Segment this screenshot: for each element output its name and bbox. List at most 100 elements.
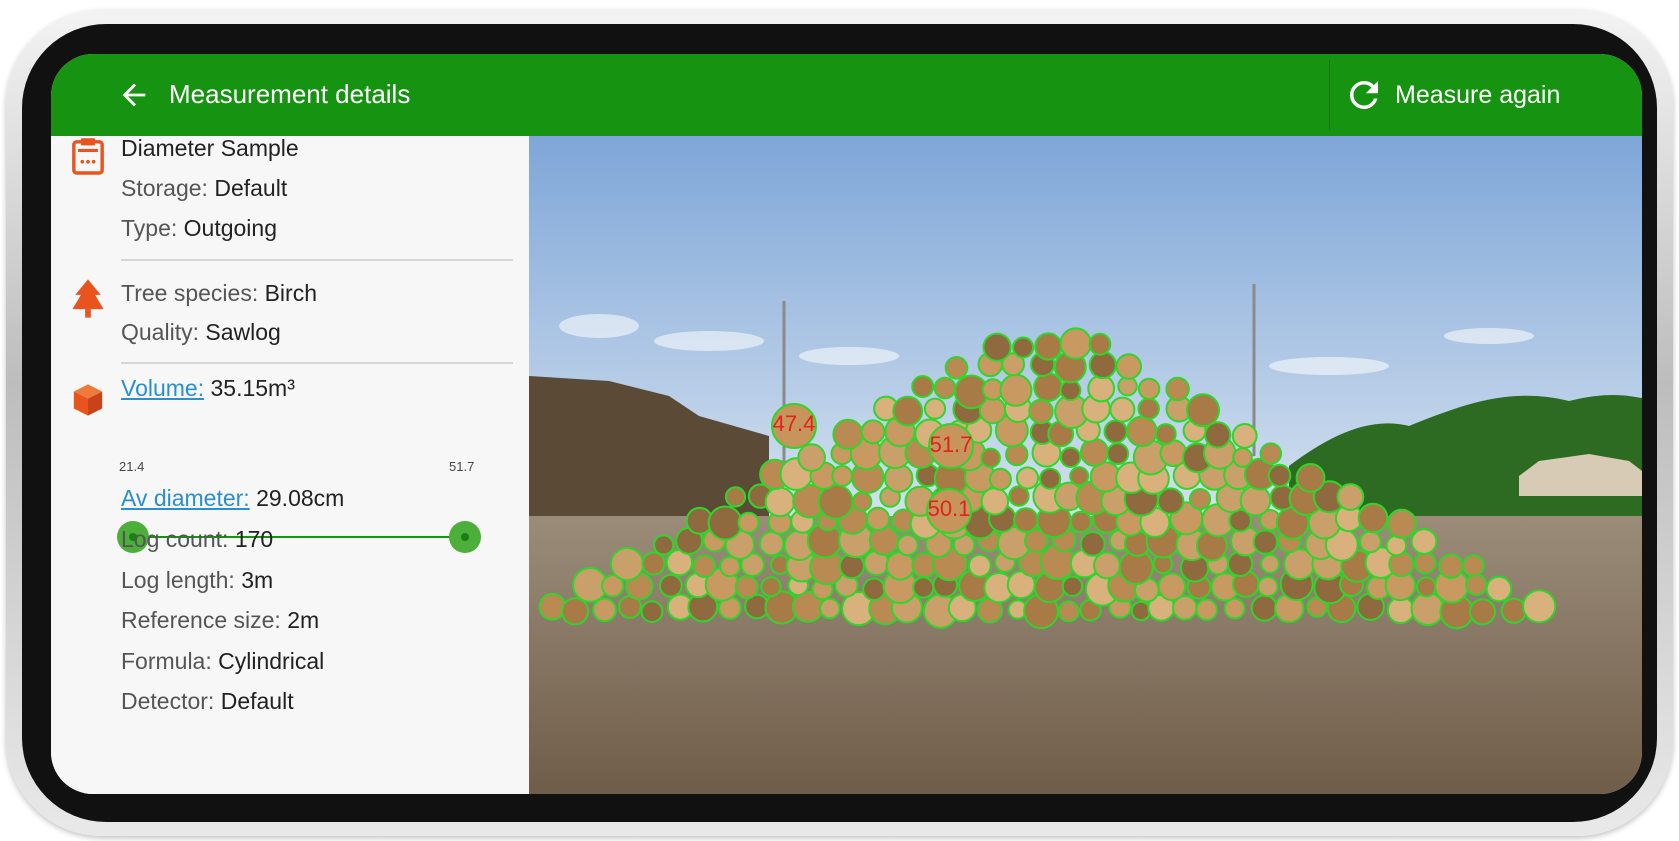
cube-icon (73, 384, 103, 416)
tree-species-row: Tree species: Birch (121, 280, 317, 306)
log-count-row: Log count: 170 (121, 526, 274, 552)
log-end (1358, 530, 1382, 554)
log-end (862, 577, 886, 602)
log-end (1295, 463, 1326, 493)
log-end (1130, 600, 1152, 622)
clipboard-icon (72, 138, 104, 175)
log-end (831, 465, 854, 487)
log-end (1059, 327, 1092, 360)
log-end (1522, 589, 1557, 624)
log-end (912, 576, 935, 599)
log-end (1188, 488, 1212, 511)
log-end (896, 534, 919, 557)
app-screen: Measurement details Measure again Diamet… (51, 54, 1642, 794)
log-end (758, 530, 785, 557)
log-end (692, 554, 717, 579)
divider (121, 362, 513, 364)
log-length-row: Log length: 3m (121, 567, 274, 593)
log-end (760, 576, 782, 598)
log-end (1015, 466, 1040, 490)
log-end (982, 332, 1012, 362)
sample-name: Diameter Sample (121, 135, 299, 161)
log-end (1195, 598, 1218, 622)
log-end (1469, 598, 1496, 626)
log-end (1260, 553, 1281, 574)
log-end (865, 506, 891, 531)
log-end (1232, 447, 1253, 468)
log-end (1069, 510, 1092, 534)
log-end (734, 575, 759, 600)
log-end (737, 511, 760, 534)
measure-again-label: Measure again (1395, 80, 1561, 109)
log-end (1057, 600, 1080, 623)
log-end (1252, 529, 1279, 555)
log-end (1137, 377, 1161, 401)
log-pile-image: 47.4 51.7 50.1 (529, 136, 1642, 794)
log-end (1500, 597, 1527, 624)
log-end (1093, 551, 1121, 580)
log-end (1231, 423, 1258, 449)
log-end (1154, 423, 1177, 445)
log-end (885, 551, 915, 581)
log-end (1038, 467, 1062, 490)
log-end (933, 376, 957, 400)
log-end (892, 395, 924, 427)
log-end (610, 547, 645, 582)
log-end (1012, 336, 1035, 359)
log-end (1410, 528, 1438, 555)
av-diameter-link[interactable]: Av diameter: (121, 485, 250, 511)
storage-row: Storage: Default (121, 175, 288, 201)
log-end (1013, 507, 1039, 533)
log-end (724, 486, 747, 508)
log-end (1069, 466, 1090, 487)
log-end (1088, 332, 1112, 356)
log-end (1137, 397, 1160, 420)
log-end (1157, 572, 1187, 602)
log-end (1259, 442, 1282, 465)
detector-row: Detector: Default (121, 688, 294, 714)
volume-link[interactable]: Volume: (121, 375, 204, 401)
log-end (560, 597, 590, 626)
log-end (764, 486, 796, 518)
log-end (592, 597, 617, 623)
log-end (707, 505, 743, 541)
log-end (1059, 446, 1082, 468)
log-end (1028, 398, 1054, 425)
details-panel: Diameter Sample Storage: Default Type: O… (51, 135, 529, 794)
log-end (1415, 576, 1437, 598)
log-end (1413, 551, 1437, 575)
log-end (988, 467, 1012, 491)
log-pile-photo: 47.4 51.7 50.1 (529, 136, 1642, 794)
log-end (1239, 484, 1272, 517)
arrow-left-icon[interactable] (117, 78, 151, 112)
divider (121, 259, 513, 261)
diameter-label: 50.1 (928, 496, 971, 521)
log-end (999, 373, 1033, 407)
log-end (797, 443, 826, 472)
av-diameter-row: Av diameter: 29.08cm (121, 485, 345, 511)
range-min-label: 21.4 (119, 459, 145, 474)
log-end (944, 356, 969, 380)
volume-row: Volume: 35.15m³ (121, 375, 295, 401)
quality-row: Quality: Sawlog (121, 319, 281, 345)
log-end (860, 419, 886, 445)
log-end (967, 553, 992, 578)
log-end (1106, 442, 1130, 466)
log-end (923, 397, 947, 420)
log-end (1485, 575, 1513, 603)
log-end (868, 525, 900, 556)
app-bar: Measurement details Measure again (51, 54, 1642, 136)
log-end (1117, 376, 1138, 397)
log-end (1087, 374, 1116, 403)
log-end (851, 491, 873, 512)
log-end (640, 600, 664, 624)
log-end (980, 447, 1001, 469)
log-end (1388, 551, 1415, 578)
log-end (658, 573, 683, 598)
formula-row: Formula: Cylindrical (121, 648, 325, 674)
type-row: Type: Outgoing (121, 215, 278, 241)
measure-again-button[interactable]: Measure again (1343, 66, 1560, 124)
log-end (1250, 594, 1278, 622)
log-end (1462, 554, 1485, 577)
range-max-thumb[interactable] (449, 521, 481, 553)
